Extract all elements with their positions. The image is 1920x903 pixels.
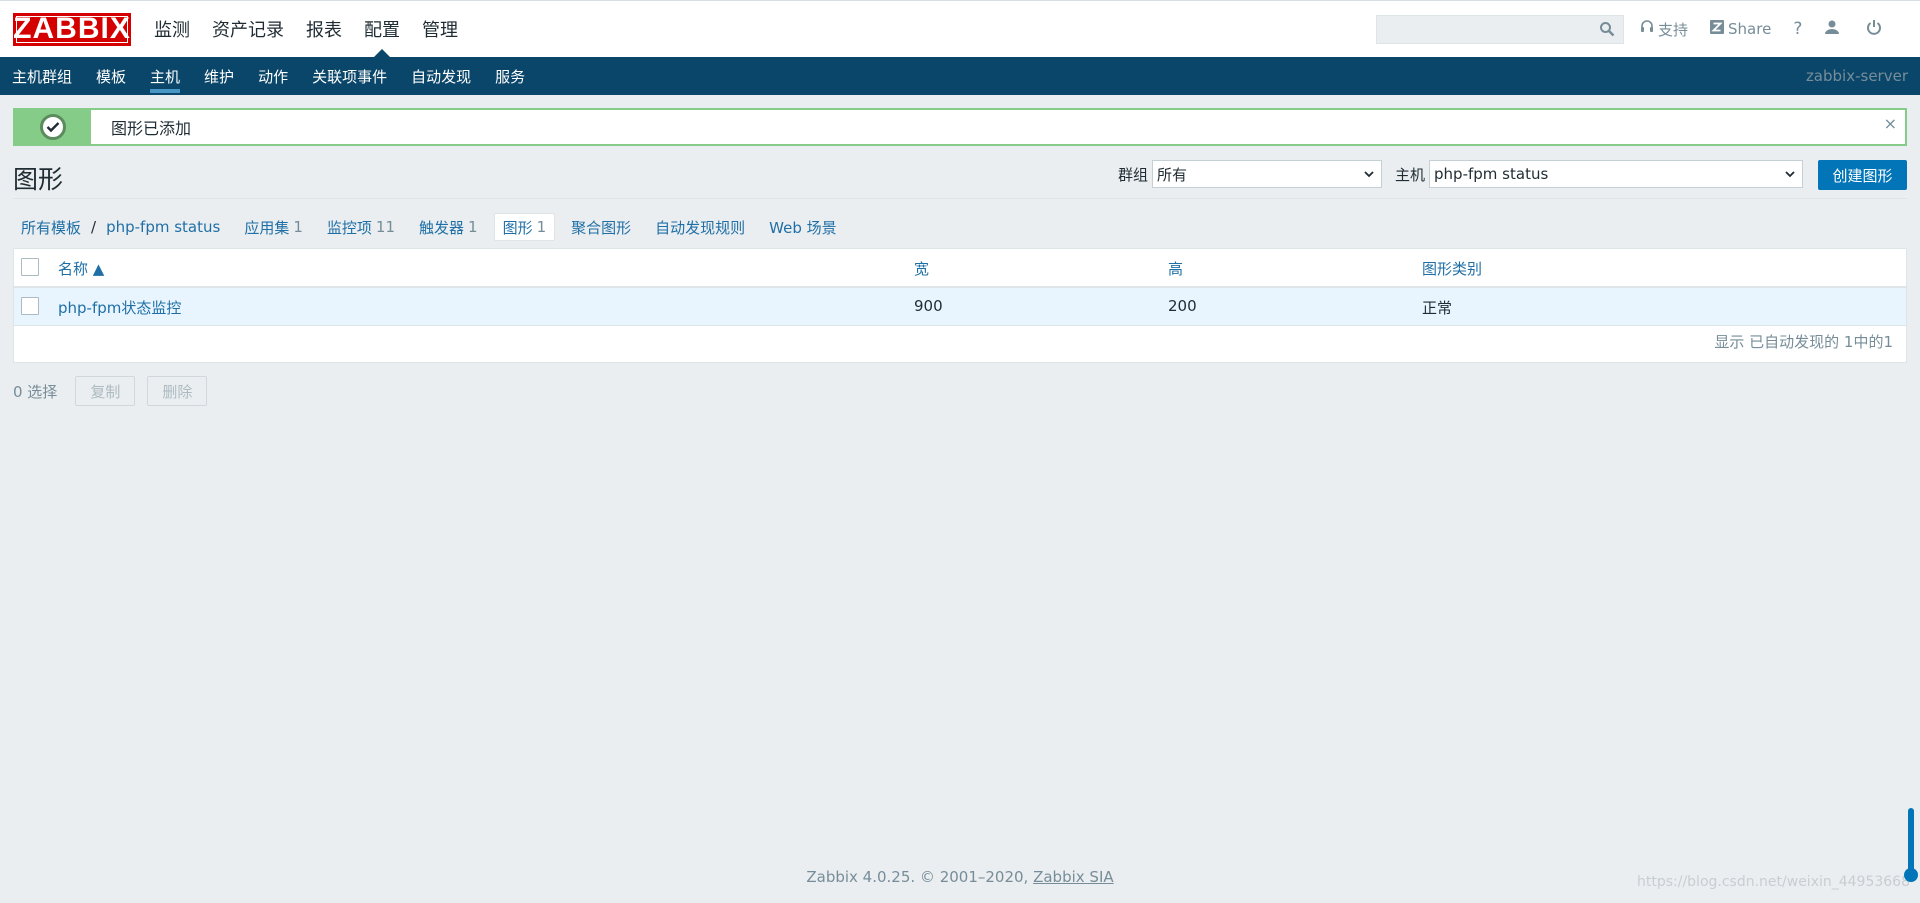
group-label: 群组 <box>1118 165 1149 184</box>
top-header: ZABBIX 监测 资产记录 报表 配置 管理 支持 Share ? <box>0 0 1920 57</box>
support-link[interactable]: 支持 <box>1640 19 1688 40</box>
success-badge <box>15 110 91 144</box>
zabbix-logo[interactable]: ZABBIX <box>13 12 131 46</box>
chevron-down-icon <box>1784 167 1796 185</box>
tab-triggers-label: 触发器 <box>419 218 465 237</box>
footer-text: Zabbix 4.0.25. © 2001–2020, <box>806 868 1034 886</box>
graph-width: 900 <box>914 297 943 315</box>
subnav-actions[interactable]: 动作 <box>246 57 300 95</box>
header-tools: 支持 Share ? <box>1640 1 1908 57</box>
chevron-down-icon <box>1363 167 1375 185</box>
server-name: zabbix-server <box>1805 67 1908 85</box>
nav-administration[interactable]: 管理 <box>411 1 469 57</box>
subnav-host-groups[interactable]: 主机群组 <box>0 57 84 95</box>
group-select-value: 所有 <box>1157 165 1188 184</box>
tab-applications-count: 1 <box>293 218 303 236</box>
column-height[interactable]: 高 <box>1168 258 1183 279</box>
close-icon[interactable]: × <box>1884 114 1897 133</box>
filter-bar: 群组 所有 主机 php-fpm status <box>1118 160 1804 188</box>
support-label: 支持 <box>1658 20 1689 39</box>
subnav-event-correlation[interactable]: 关联项事件 <box>300 57 399 95</box>
table-row: php-fpm状态监控 900 200 正常 <box>14 288 1906 326</box>
headset-icon <box>1640 20 1658 38</box>
share-link[interactable]: Share <box>1710 20 1771 38</box>
copy-button[interactable]: 复制 <box>75 376 136 406</box>
selected-count: 0 选择 <box>13 382 58 401</box>
page-title: 图形 <box>13 165 64 194</box>
subnav-hosts[interactable]: 主机 <box>138 57 192 95</box>
success-message: 图形已添加 × <box>13 108 1907 146</box>
share-label: Share <box>1728 20 1772 38</box>
tab-screens[interactable]: 聚合图形 <box>563 214 639 240</box>
create-graph-button[interactable]: 创建图形 <box>1818 160 1907 190</box>
tab-triggers[interactable]: 触发器 1 <box>411 214 486 240</box>
tab-items-label: 监控项 <box>326 218 372 237</box>
column-width[interactable]: 宽 <box>914 258 929 279</box>
nav-configuration[interactable]: 配置 <box>353 1 411 57</box>
sign-out-button[interactable] <box>1866 19 1886 39</box>
search-input[interactable] <box>1376 15 1624 44</box>
user-icon <box>1824 19 1844 39</box>
crumb-host[interactable]: php-fpm status <box>98 214 228 240</box>
breadcrumb: 所有模板 / php-fpm status 应用集 1 监控项 11 触发器 1 图形… <box>13 213 845 241</box>
tab-discovery-rules[interactable]: 自动发现规则 <box>647 214 753 240</box>
tab-graphs[interactable]: 图形 1 <box>493 213 556 241</box>
tab-items[interactable]: 监控项 11 <box>319 214 403 240</box>
header-divider <box>13 198 1907 199</box>
host-select[interactable]: php-fpm status <box>1429 160 1804 188</box>
tab-applications-label: 应用集 <box>244 218 290 237</box>
page-footer: Zabbix 4.0.25. © 2001–2020, Zabbix SIA <box>0 868 1920 886</box>
table-header: 名称 ▲ 宽 高 图形类别 <box>14 249 1906 288</box>
host-select-value: php-fpm status <box>1434 165 1549 183</box>
subnav-templates[interactable]: 模板 <box>84 57 138 95</box>
tab-applications[interactable]: 应用集 1 <box>236 214 311 240</box>
subnav-discovery[interactable]: 自动发现 <box>399 57 483 95</box>
row-checkbox[interactable] <box>21 297 39 315</box>
tab-triggers-count: 1 <box>468 218 478 236</box>
sub-nav: 主机群组 模板 主机 维护 动作 关联项事件 自动发现 服务 zabbix-se… <box>0 57 1920 95</box>
graph-type: 正常 <box>1422 299 1453 317</box>
column-name[interactable]: 名称 ▲ <box>58 258 104 279</box>
tab-web-scenarios[interactable]: Web 场景 <box>761 214 844 240</box>
tab-graphs-count: 1 <box>536 218 547 236</box>
select-all-checkbox[interactable] <box>21 258 39 276</box>
main-nav: 监测 资产记录 报表 配置 管理 <box>143 1 469 57</box>
host-label: 主机 <box>1395 165 1426 184</box>
checkmark-icon <box>40 114 66 140</box>
graph-height: 200 <box>1168 297 1197 315</box>
user-profile-button[interactable] <box>1824 19 1844 39</box>
group-select[interactable]: 所有 <box>1152 160 1383 188</box>
search-icon[interactable] <box>1599 21 1615 41</box>
column-graph-type[interactable]: 图形类别 <box>1422 258 1482 279</box>
mass-actions: 0 选择 复制 删除 <box>13 376 219 406</box>
power-icon <box>1866 19 1886 39</box>
scroll-indicator[interactable] <box>1904 808 1918 882</box>
subnav-maintenance[interactable]: 维护 <box>192 57 246 95</box>
message-text: 图形已添加 <box>111 119 192 138</box>
watermark: https://blog.csdn.net/weixin_44953668 <box>1636 874 1910 890</box>
nav-monitoring[interactable]: 监测 <box>143 1 201 57</box>
subnav-services[interactable]: 服务 <box>483 57 537 95</box>
crumb-all-templates[interactable]: 所有模板 <box>13 214 89 240</box>
crumb-separator: / <box>91 218 97 236</box>
delete-button[interactable]: 删除 <box>147 376 208 406</box>
footer-company-link[interactable]: Zabbix SIA <box>1033 868 1114 886</box>
nav-reports[interactable]: 报表 <box>295 1 353 57</box>
graphs-table: 名称 ▲ 宽 高 图形类别 php-fpm状态监控 900 200 正常 显示 … <box>13 248 1907 363</box>
nav-inventory[interactable]: 资产记录 <box>201 1 295 57</box>
tab-items-count: 11 <box>375 218 395 236</box>
help-button[interactable]: ? <box>1793 19 1802 39</box>
table-paging-info: 显示 已自动发现的 1中的1 <box>1714 333 1893 351</box>
graph-name-link[interactable]: php-fpm状态监控 <box>58 297 181 318</box>
tab-graphs-label: 图形 <box>502 218 533 237</box>
share-z-icon <box>1710 20 1728 38</box>
